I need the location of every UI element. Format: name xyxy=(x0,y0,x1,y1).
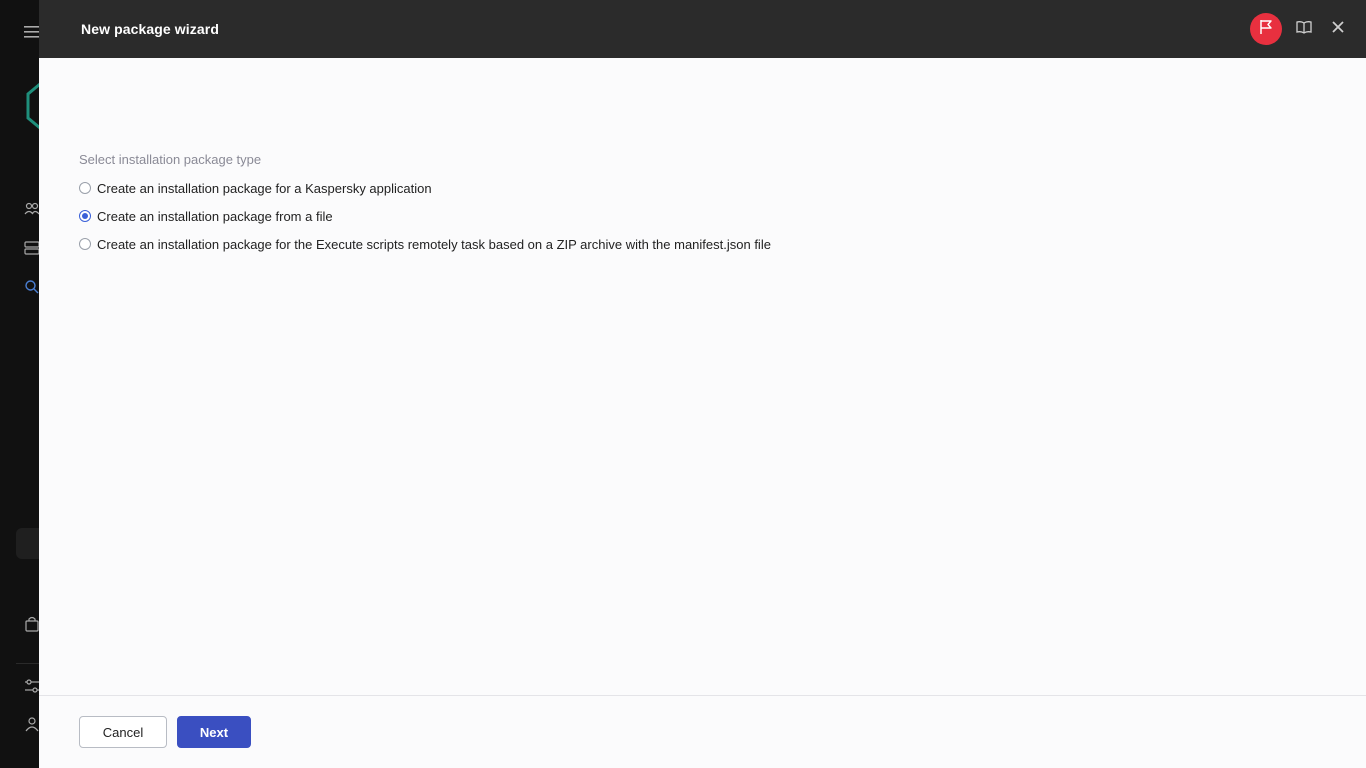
new-package-wizard-dialog: New package wizard Select installation p… xyxy=(39,0,1366,768)
radio-option-label: Create an installation package for the E… xyxy=(97,236,771,252)
radio-option-label: Create an installation package from a fi… xyxy=(97,208,333,224)
radio-button-selected[interactable] xyxy=(79,210,91,222)
wizard-title: New package wizard xyxy=(81,21,219,37)
cancel-button[interactable]: Cancel xyxy=(79,716,167,748)
package-type-label: Select installation package type xyxy=(79,152,262,167)
radio-button[interactable] xyxy=(79,182,91,194)
background-sidebar xyxy=(0,0,56,768)
header-actions xyxy=(1250,0,1350,58)
radio-option-execute-scripts-zip[interactable]: Create an installation package for the E… xyxy=(79,230,771,258)
wizard-footer: Cancel Next xyxy=(39,695,1366,768)
radio-option-label: Create an installation package for a Kas… xyxy=(97,180,432,196)
next-button[interactable]: Next xyxy=(177,716,251,748)
wizard-body: Select installation package type Create … xyxy=(39,58,1366,695)
close-icon xyxy=(1331,20,1345,39)
flag-button[interactable] xyxy=(1250,13,1282,45)
close-button[interactable] xyxy=(1326,17,1350,41)
flag-icon xyxy=(1259,19,1273,40)
wizard-header: New package wizard xyxy=(39,0,1366,58)
radio-option-kaspersky-application[interactable]: Create an installation package for a Kas… xyxy=(79,174,771,202)
radio-option-from-file[interactable]: Create an installation package from a fi… xyxy=(79,202,771,230)
package-type-radio-group: Create an installation package for a Kas… xyxy=(79,174,771,258)
help-button[interactable] xyxy=(1292,17,1316,41)
radio-button[interactable] xyxy=(79,238,91,250)
book-icon xyxy=(1296,20,1312,39)
